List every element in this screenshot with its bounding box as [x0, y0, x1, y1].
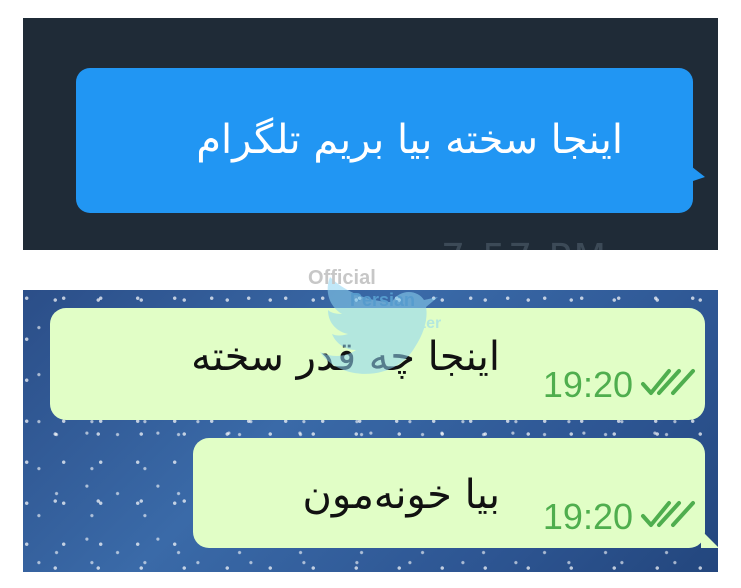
watermark-text: Official — [308, 267, 376, 289]
message-time: 19:20 — [542, 496, 633, 537]
outgoing-message-bubble[interactable]: بیا خونه‌مون 19:20 — [193, 438, 718, 548]
watermark-logo: Official Persian Twitter — [308, 267, 441, 374]
message-time: 19:20 — [542, 364, 633, 405]
outgoing-message-bubble[interactable]: اینجا سخته بیا بریم تلگرام — [76, 68, 693, 213]
watermark-text: Persian — [350, 290, 415, 310]
watermark-text: Twitter — [390, 315, 441, 332]
bubble-tail — [701, 530, 718, 548]
telegram-chat-panel: اینجا سخته بیا بریم تلگرام 7:57 PM — [23, 18, 718, 250]
message-text: بیا خونه‌مون — [302, 472, 500, 518]
message-text: اینجا سخته بیا بریم تلگرام — [196, 117, 623, 163]
message-time: 7:57 PM — [441, 236, 608, 250]
double-check-icon — [641, 501, 695, 527]
double-check-icon — [641, 369, 695, 395]
bubble-tail — [687, 163, 705, 183]
